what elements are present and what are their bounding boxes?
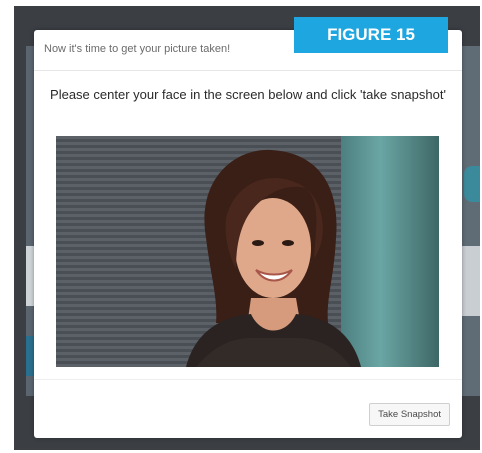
instruction-text: Please center your face in the screen be… xyxy=(50,87,446,102)
modal-footer: Take Snapshot xyxy=(34,379,462,438)
person-portrait xyxy=(186,149,361,367)
snapshot-modal: Now it's time to get your picture taken!… xyxy=(34,30,462,438)
modal-title: Now it's time to get your picture taken! xyxy=(44,43,231,55)
take-snapshot-button[interactable]: Take Snapshot xyxy=(369,403,450,426)
figure-badge: FIGURE 15 xyxy=(294,17,448,53)
background-tab xyxy=(464,166,480,202)
webcam-preview xyxy=(56,136,439,367)
